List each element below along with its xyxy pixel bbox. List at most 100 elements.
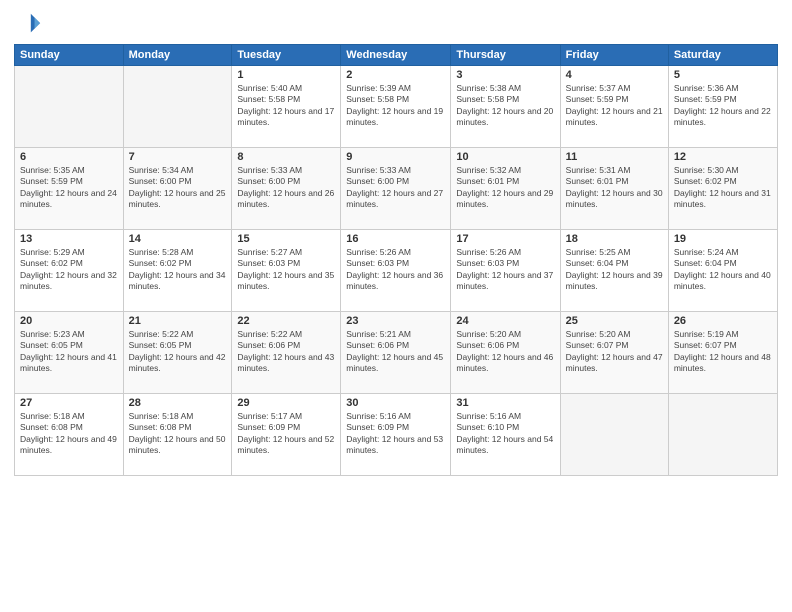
day-number: 19 bbox=[674, 233, 772, 245]
calendar-week-3: 13 Sunrise: 5:29 AMSunset: 6:02 PMDayligh… bbox=[15, 230, 778, 312]
day-number: 7 bbox=[129, 151, 227, 163]
calendar-cell: 30 Sunrise: 5:16 AMSunset: 6:09 PMDayligh… bbox=[341, 394, 451, 476]
day-number: 24 bbox=[456, 315, 554, 327]
calendar-cell: 29 Sunrise: 5:17 AMSunset: 6:09 PMDayligh… bbox=[232, 394, 341, 476]
col-header-saturday: Saturday bbox=[668, 45, 777, 66]
day-number: 16 bbox=[346, 233, 445, 245]
col-header-friday: Friday bbox=[560, 45, 668, 66]
day-info: Sunrise: 5:16 AMSunset: 6:10 PMDaylight:… bbox=[456, 411, 554, 457]
day-number: 6 bbox=[20, 151, 118, 163]
calendar-cell: 18 Sunrise: 5:25 AMSunset: 6:04 PMDayligh… bbox=[560, 230, 668, 312]
calendar-week-5: 27 Sunrise: 5:18 AMSunset: 6:08 PMDayligh… bbox=[15, 394, 778, 476]
col-header-tuesday: Tuesday bbox=[232, 45, 341, 66]
day-number: 8 bbox=[237, 151, 335, 163]
calendar-cell: 22 Sunrise: 5:22 AMSunset: 6:06 PMDayligh… bbox=[232, 312, 341, 394]
calendar-week-1: 1Sunrise: 5:40 AMSunset: 5:58 PMDaylight… bbox=[15, 66, 778, 148]
day-number: 15 bbox=[237, 233, 335, 245]
page: SundayMondayTuesdayWednesdayThursdayFrid… bbox=[0, 0, 792, 612]
day-number: 17 bbox=[456, 233, 554, 245]
day-number: 29 bbox=[237, 397, 335, 409]
calendar-cell: 1Sunrise: 5:40 AMSunset: 5:58 PMDaylight… bbox=[232, 66, 341, 148]
day-info: Sunrise: 5:33 AMSunset: 6:00 PMDaylight:… bbox=[237, 165, 335, 211]
header bbox=[14, 10, 778, 38]
day-info: Sunrise: 5:16 AMSunset: 6:09 PMDaylight:… bbox=[346, 411, 445, 457]
calendar-cell: 2 Sunrise: 5:39 AMSunset: 5:58 PMDaylight… bbox=[341, 66, 451, 148]
calendar-cell: 12 Sunrise: 5:30 AMSunset: 6:02 PMDayligh… bbox=[668, 148, 777, 230]
calendar-cell: 17Sunrise: 5:26 AMSunset: 6:03 PMDayligh… bbox=[451, 230, 560, 312]
day-info: Sunrise: 5:23 AMSunset: 6:05 PMDaylight:… bbox=[20, 329, 118, 375]
day-info: Sunrise: 5:27 AMSunset: 6:03 PMDaylight:… bbox=[237, 247, 335, 293]
day-number: 28 bbox=[129, 397, 227, 409]
calendar-cell bbox=[15, 66, 124, 148]
day-number: 13 bbox=[20, 233, 118, 245]
day-number: 22 bbox=[237, 315, 335, 327]
day-number: 2 bbox=[346, 69, 445, 81]
calendar-cell: 13 Sunrise: 5:29 AMSunset: 6:02 PMDayligh… bbox=[15, 230, 124, 312]
col-header-monday: Monday bbox=[123, 45, 232, 66]
day-info: Sunrise: 5:17 AMSunset: 6:09 PMDaylight:… bbox=[237, 411, 335, 457]
day-number: 30 bbox=[346, 397, 445, 409]
calendar-cell: 24 Sunrise: 5:20 AMSunset: 6:06 PMDayligh… bbox=[451, 312, 560, 394]
calendar-cell: 9 Sunrise: 5:33 AMSunset: 6:00 PMDaylight… bbox=[341, 148, 451, 230]
col-header-sunday: Sunday bbox=[15, 45, 124, 66]
day-number: 10 bbox=[456, 151, 554, 163]
day-info: Sunrise: 5:20 AMSunset: 6:06 PMDaylight:… bbox=[456, 329, 554, 375]
calendar-cell: 31 Sunrise: 5:16 AMSunset: 6:10 PMDayligh… bbox=[451, 394, 560, 476]
calendar-cell bbox=[123, 66, 232, 148]
day-info: Sunrise: 5:21 AMSunset: 6:06 PMDaylight:… bbox=[346, 329, 445, 375]
day-number: 26 bbox=[674, 315, 772, 327]
calendar-week-2: 6 Sunrise: 5:35 AMSunset: 5:59 PMDaylight… bbox=[15, 148, 778, 230]
day-info: Sunrise: 5:31 AMSunset: 6:01 PMDaylight:… bbox=[566, 165, 663, 211]
day-info: Sunrise: 5:28 AMSunset: 6:02 PMDaylight:… bbox=[129, 247, 227, 293]
calendar-cell: 23 Sunrise: 5:21 AMSunset: 6:06 PMDayligh… bbox=[341, 312, 451, 394]
day-info: Sunrise: 5:38 AMSunset: 5:58 PMDaylight:… bbox=[456, 83, 554, 129]
calendar-cell: 26 Sunrise: 5:19 AMSunset: 6:07 PMDayligh… bbox=[668, 312, 777, 394]
day-number: 23 bbox=[346, 315, 445, 327]
calendar-week-4: 20Sunrise: 5:23 AMSunset: 6:05 PMDayligh… bbox=[15, 312, 778, 394]
day-number: 18 bbox=[566, 233, 663, 245]
day-number: 4 bbox=[566, 69, 663, 81]
day-info: Sunrise: 5:22 AMSunset: 6:05 PMDaylight:… bbox=[129, 329, 227, 375]
calendar-cell: 10 Sunrise: 5:32 AMSunset: 6:01 PMDayligh… bbox=[451, 148, 560, 230]
calendar-cell: 27Sunrise: 5:18 AMSunset: 6:08 PMDayligh… bbox=[15, 394, 124, 476]
calendar-cell: 16Sunrise: 5:26 AMSunset: 6:03 PMDayligh… bbox=[341, 230, 451, 312]
day-number: 1 bbox=[237, 69, 335, 81]
calendar-cell: 28 Sunrise: 5:18 AMSunset: 6:08 PMDayligh… bbox=[123, 394, 232, 476]
logo bbox=[14, 10, 44, 38]
calendar-cell: 5 Sunrise: 5:36 AMSunset: 5:59 PMDaylight… bbox=[668, 66, 777, 148]
calendar-cell: 19Sunrise: 5:24 AMSunset: 6:04 PMDayligh… bbox=[668, 230, 777, 312]
day-info: Sunrise: 5:35 AMSunset: 5:59 PMDaylight:… bbox=[20, 165, 118, 211]
day-info: Sunrise: 5:32 AMSunset: 6:01 PMDaylight:… bbox=[456, 165, 554, 211]
day-info: Sunrise: 5:19 AMSunset: 6:07 PMDaylight:… bbox=[674, 329, 772, 375]
day-info: Sunrise: 5:18 AMSunset: 6:08 PMDaylight:… bbox=[129, 411, 227, 457]
day-info: Sunrise: 5:30 AMSunset: 6:02 PMDaylight:… bbox=[674, 165, 772, 211]
day-number: 25 bbox=[566, 315, 663, 327]
calendar-cell bbox=[560, 394, 668, 476]
day-info: Sunrise: 5:39 AMSunset: 5:58 PMDaylight:… bbox=[346, 83, 445, 129]
day-info: Sunrise: 5:29 AMSunset: 6:02 PMDaylight:… bbox=[20, 247, 118, 293]
day-number: 21 bbox=[129, 315, 227, 327]
day-info: Sunrise: 5:33 AMSunset: 6:00 PMDaylight:… bbox=[346, 165, 445, 211]
calendar-cell: 7 Sunrise: 5:34 AMSunset: 6:00 PMDaylight… bbox=[123, 148, 232, 230]
day-number: 27 bbox=[20, 397, 118, 409]
day-info: Sunrise: 5:25 AMSunset: 6:04 PMDaylight:… bbox=[566, 247, 663, 293]
calendar-cell: 14 Sunrise: 5:28 AMSunset: 6:02 PMDayligh… bbox=[123, 230, 232, 312]
calendar-cell: 4Sunrise: 5:37 AMSunset: 5:59 PMDaylight… bbox=[560, 66, 668, 148]
day-info: Sunrise: 5:22 AMSunset: 6:06 PMDaylight:… bbox=[237, 329, 335, 375]
calendar-cell: 25 Sunrise: 5:20 AMSunset: 6:07 PMDayligh… bbox=[560, 312, 668, 394]
calendar-cell bbox=[668, 394, 777, 476]
calendar-cell: 8 Sunrise: 5:33 AMSunset: 6:00 PMDaylight… bbox=[232, 148, 341, 230]
calendar-cell: 11 Sunrise: 5:31 AMSunset: 6:01 PMDayligh… bbox=[560, 148, 668, 230]
day-number: 12 bbox=[674, 151, 772, 163]
day-info: Sunrise: 5:20 AMSunset: 6:07 PMDaylight:… bbox=[566, 329, 663, 375]
day-number: 31 bbox=[456, 397, 554, 409]
day-number: 9 bbox=[346, 151, 445, 163]
day-number: 11 bbox=[566, 151, 663, 163]
calendar-cell: 15 Sunrise: 5:27 AMSunset: 6:03 PMDayligh… bbox=[232, 230, 341, 312]
day-info: Sunrise: 5:36 AMSunset: 5:59 PMDaylight:… bbox=[674, 83, 772, 129]
day-info: Sunrise: 5:34 AMSunset: 6:00 PMDaylight:… bbox=[129, 165, 227, 211]
calendar-cell: 3Sunrise: 5:38 AMSunset: 5:58 PMDaylight… bbox=[451, 66, 560, 148]
calendar-table: SundayMondayTuesdayWednesdayThursdayFrid… bbox=[14, 44, 778, 476]
day-number: 5 bbox=[674, 69, 772, 81]
day-number: 14 bbox=[129, 233, 227, 245]
